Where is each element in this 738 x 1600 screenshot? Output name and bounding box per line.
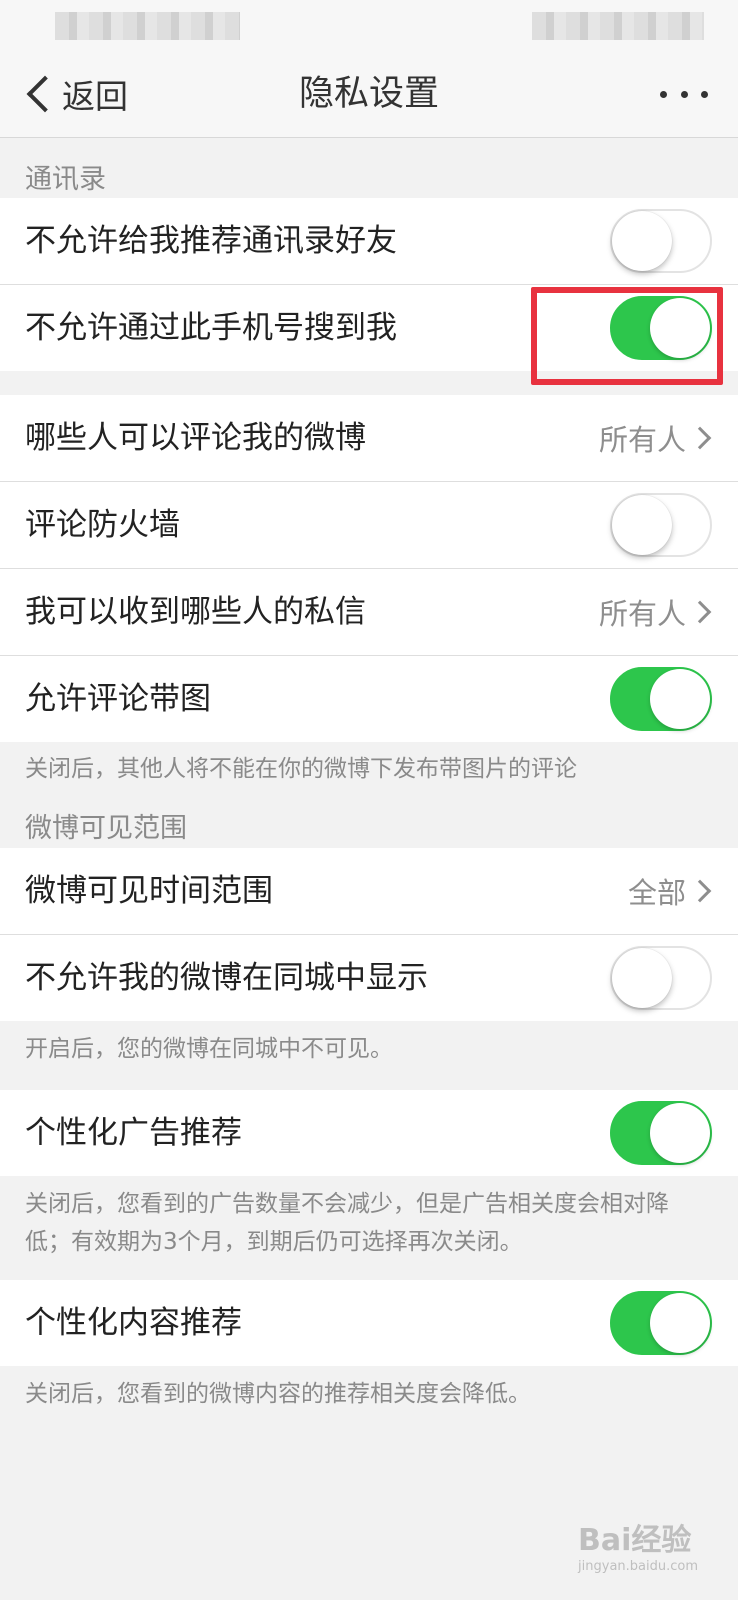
toggle-knob: [612, 495, 672, 555]
value-text: 所有人: [598, 597, 686, 631]
hint-ads: 关闭后，您看到的广告数量不会减少，但是广告相关度会相对降 低；有效期为3个月，到…: [25, 1185, 713, 1261]
row-no-recommend-contacts: 不允许给我推荐通讯录好友: [0, 198, 738, 284]
highlight-annotation: [531, 287, 723, 385]
chevron-right-icon: [688, 879, 712, 903]
hint-ads-line-1: 关闭后，您看到的广告数量不会减少，但是广告相关度会相对降: [25, 1191, 669, 1217]
toggle-hide-in-same-city[interactable]: [610, 946, 712, 1010]
toggle-knob: [650, 669, 710, 729]
row-label: 不允许我的微博在同城中显示: [25, 960, 428, 996]
hint-ads-line-2: 低；有效期为3个月，到期后仍可选择再次关闭。: [25, 1229, 523, 1255]
toggle-allow-comment-images[interactable]: [610, 667, 712, 731]
hint-same-city: 开启后，您的微博在同城中不可见。: [25, 1036, 393, 1062]
row-label: 微博可见时间范围: [25, 873, 273, 909]
row-who-can-comment[interactable]: 哪些人可以评论我的微博 所有人: [0, 395, 738, 481]
chevron-right-icon: [688, 600, 712, 624]
status-bar-right-blurred: [532, 12, 704, 40]
row-weibo-visible-time[interactable]: 微博可见时间范围 全部: [0, 848, 738, 934]
section-header-weibo-range: 微博可见范围: [25, 813, 187, 844]
who-can-comment-value[interactable]: 所有人: [598, 395, 712, 481]
row-label: 我可以收到哪些人的私信: [25, 594, 366, 630]
row-label: 允许评论带图: [25, 681, 211, 717]
row-label: 不允许给我推荐通讯录好友: [25, 223, 397, 259]
watermark-brand: Bai经验: [578, 1523, 692, 1558]
row-personalized-content: 个性化内容推荐: [0, 1280, 738, 1366]
status-bar: [0, 0, 738, 50]
who-can-message-value[interactable]: 所有人: [598, 569, 712, 655]
row-label: 个性化广告推荐: [25, 1115, 242, 1151]
nav-bar: 返回 隐私设置: [0, 50, 738, 138]
watermark-url: jingyan.baidu.com: [578, 1559, 698, 1574]
status-bar-left-blurred: [55, 12, 240, 40]
more-dot-icon: [701, 90, 708, 98]
more-dot-icon: [680, 90, 688, 98]
chevron-right-icon: [688, 426, 712, 450]
section-header-contacts: 通讯录: [25, 164, 106, 195]
row-comment-firewall: 评论防火墙: [0, 482, 738, 568]
row-label: 哪些人可以评论我的微博: [25, 420, 366, 456]
row-allow-comment-images: 允许评论带图: [0, 656, 738, 742]
toggle-personalized-ads[interactable]: [610, 1101, 712, 1165]
row-label: 不允许通过此手机号搜到我: [25, 310, 397, 346]
hint-comment-images: 关闭后，其他人将不能在你的微博下发布带图片的评论: [25, 756, 577, 782]
toggle-personalized-content[interactable]: [610, 1291, 712, 1355]
row-label: 个性化内容推荐: [25, 1305, 242, 1341]
page-title: 隐私设置: [298, 74, 439, 114]
row-who-can-message[interactable]: 我可以收到哪些人的私信 所有人: [0, 569, 738, 655]
weibo-visible-time-value[interactable]: 全部: [627, 848, 712, 934]
more-dot-icon: [660, 90, 667, 98]
baidu-jingyan-watermark: Bai经验 jingyan.baidu.com: [578, 1515, 698, 1574]
row-personalized-ads: 个性化广告推荐: [0, 1090, 738, 1176]
value-text: 全部: [627, 876, 686, 910]
toggle-no-recommend-contacts[interactable]: [610, 209, 712, 273]
row-hide-in-same-city: 不允许我的微博在同城中显示: [0, 935, 738, 1021]
toggle-knob: [650, 1103, 710, 1163]
toggle-comment-firewall[interactable]: [610, 493, 712, 557]
toggle-knob: [650, 1293, 710, 1353]
hint-content: 关闭后，您看到的微博内容的推荐相关度会降低。: [25, 1381, 531, 1407]
toggle-knob: [612, 948, 672, 1008]
value-text: 所有人: [598, 423, 686, 457]
more-options-button[interactable]: [660, 86, 708, 102]
row-label: 评论防火墙: [25, 507, 180, 543]
toggle-knob: [612, 211, 672, 271]
